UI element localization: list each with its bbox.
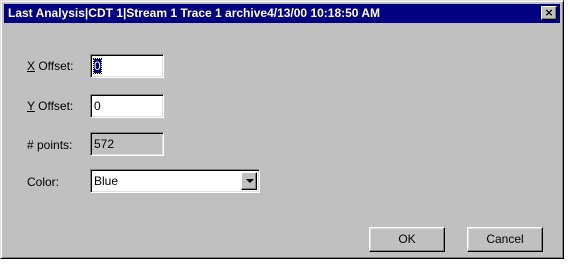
cancel-button[interactable]: Cancel: [467, 227, 543, 252]
color-select-value: Blue: [94, 174, 119, 188]
close-button[interactable]: ×: [541, 6, 557, 20]
window-title: Last Analysis|CDT 1|Stream 1 Trace 1 arc…: [8, 6, 381, 20]
ok-button[interactable]: OK: [369, 227, 445, 252]
y-offset-value: 0: [94, 99, 101, 113]
analysis-dialog: Last Analysis|CDT 1|Stream 1 Trace 1 arc…: [0, 0, 564, 259]
color-select[interactable]: Blue: [90, 169, 260, 193]
y-offset-label: Y Offset:: [27, 99, 74, 113]
title-bar[interactable]: Last Analysis|CDT 1|Stream 1 Trace 1 arc…: [4, 4, 560, 23]
close-icon: ×: [544, 6, 554, 19]
points-label: # points:: [27, 138, 73, 152]
x-offset-value: 0: [93, 58, 102, 74]
points-field: 572: [90, 132, 164, 156]
color-label: Color:: [27, 175, 60, 189]
x-offset-field[interactable]: 0: [90, 54, 164, 78]
points-value: 572: [94, 137, 115, 151]
y-offset-field[interactable]: 0: [90, 94, 164, 118]
x-offset-label: X Offset:: [27, 59, 74, 73]
chevron-down-icon: [246, 179, 254, 183]
color-dropdown-button[interactable]: [241, 172, 257, 190]
